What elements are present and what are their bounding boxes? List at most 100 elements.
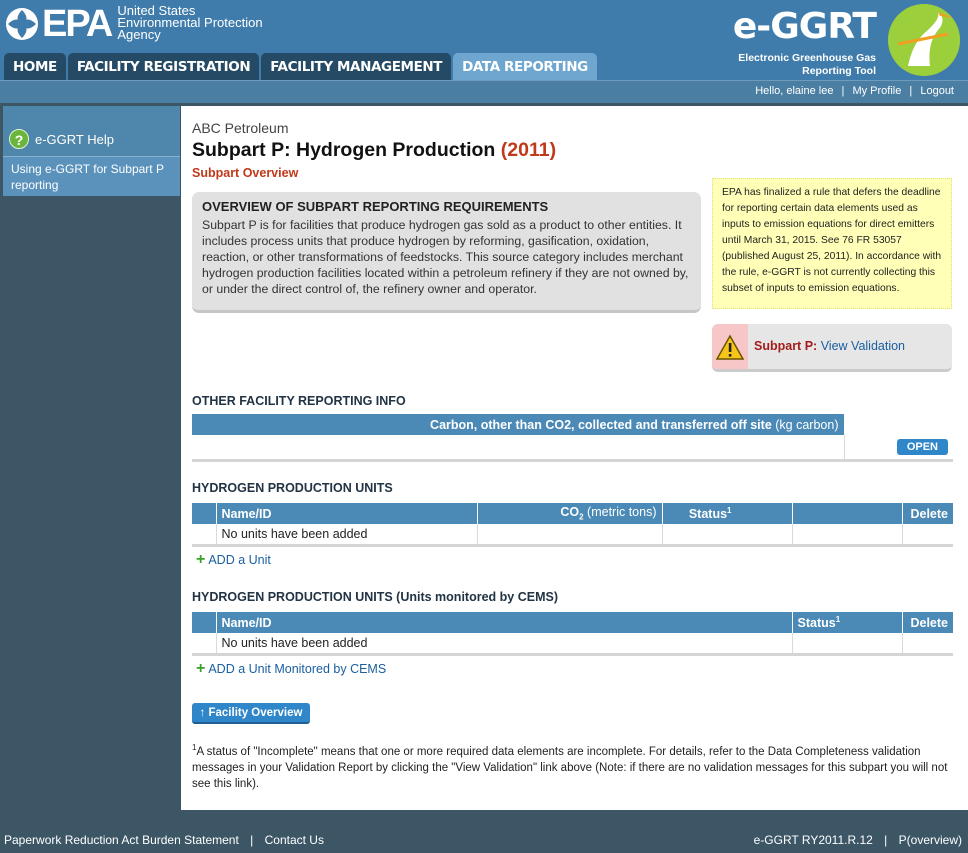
column-header-select xyxy=(192,503,217,524)
table-row: No units have been added xyxy=(192,633,953,656)
table-cell xyxy=(477,524,663,547)
overview-text: Subpart P is for facilities that produce… xyxy=(202,218,689,296)
add-unit-link[interactable]: + ADD a Unit xyxy=(196,551,271,568)
table-cell xyxy=(902,524,953,547)
help-question-icon: ? xyxy=(9,129,29,149)
eggrt-title: e-GGRT xyxy=(732,6,877,47)
separator: | xyxy=(841,85,845,97)
column-header-name: Name/ID xyxy=(216,612,793,633)
table-cell xyxy=(192,524,217,547)
footer: Paperwork Reduction Act Burden Statement… xyxy=(0,828,968,853)
subpart-overview-label: Subpart Overview xyxy=(192,166,299,180)
main-content: ABC Petroleum Subpart P: Hydrogen Produc… xyxy=(181,106,968,810)
help-label: e-GGRT Help xyxy=(35,131,114,147)
column-header-co2: CO2 (metric tons) xyxy=(477,503,663,524)
table-cell xyxy=(792,524,903,547)
empty-units-message: No units have been added xyxy=(216,524,478,547)
agency-line: Agency xyxy=(117,27,161,42)
epa-flower-icon xyxy=(6,8,38,40)
my-profile-link[interactable]: My Profile xyxy=(852,85,901,97)
carbon-column-unit: (kg carbon) xyxy=(775,417,839,432)
deferral-notice: EPA has finalized a rule that defers the… xyxy=(712,178,952,309)
validation-label: Subpart P: xyxy=(754,339,818,353)
facility-overview-label: Facility Overview xyxy=(208,707,303,719)
validation-box: Subpart P: View Validation xyxy=(712,324,952,372)
status-footnote: 1A status of "Incomplete" means that one… xyxy=(192,740,952,792)
facility-overview-button[interactable]: ↑ Facility Overview xyxy=(192,703,310,724)
epa-wordmark: EPA xyxy=(42,3,113,45)
column-header-name: Name/ID xyxy=(216,503,478,524)
eggrt-subtitle: Electronic Greenhouse Gas Reporting Tool xyxy=(738,52,876,78)
co2-subscript: 2 xyxy=(579,512,584,522)
page-id: P(overview) xyxy=(898,833,962,847)
open-button[interactable]: OPEN xyxy=(896,438,948,455)
add-unit-label[interactable]: ADD a Unit xyxy=(208,553,271,567)
separator: | xyxy=(884,833,888,847)
other-info-table: Carbon, other than CO2, collected and tr… xyxy=(192,414,953,462)
tab-facility-registration[interactable]: FACILITY REGISTRATION xyxy=(67,53,260,81)
table-row: OPEN xyxy=(192,435,953,462)
warning-icon xyxy=(712,324,748,369)
table-cell xyxy=(192,633,217,656)
page-title: Subpart P: Hydrogen Production (2011) xyxy=(192,139,556,162)
plus-icon: + xyxy=(196,551,206,568)
plus-icon: + xyxy=(196,660,206,677)
epa-agency-name: United States Environmental Protection A… xyxy=(117,4,262,42)
tab-home[interactable]: HOME xyxy=(4,53,66,81)
cems-heading: HYDROGEN PRODUCTION UNITS (Units monitor… xyxy=(192,590,558,604)
add-cems-unit-label[interactable]: ADD a Unit Monitored by CEMS xyxy=(208,662,386,676)
logout-link[interactable]: Logout xyxy=(920,85,954,97)
contact-us-link[interactable]: Contact Us xyxy=(265,833,324,847)
column-header-blank xyxy=(792,503,903,524)
sidebar-item-subpart-p-help[interactable]: Using e-GGRT for Subpart P reporting xyxy=(3,156,180,196)
help-link[interactable]: ? e-GGRT Help xyxy=(3,106,180,156)
main-nav: HOME FACILITY REGISTRATION FACILITY MANA… xyxy=(4,53,599,81)
epa-logo[interactable]: EPA United States Environmental Protecti… xyxy=(4,4,263,44)
tab-data-reporting[interactable]: DATA REPORTING xyxy=(453,53,597,81)
subtitle-line: Electronic Greenhouse Gas xyxy=(738,52,876,64)
overview-heading: OVERVIEW OF SUBPART REPORTING REQUIREMEN… xyxy=(202,199,549,214)
view-validation-link[interactable]: View Validation xyxy=(821,339,905,353)
validation-text: Subpart P: View Validation xyxy=(754,339,905,353)
separator: | xyxy=(250,833,254,847)
column-header-blank xyxy=(844,414,953,435)
paperwork-link[interactable]: Paperwork Reduction Act Burden Statement xyxy=(4,833,239,847)
cems-table: Name/ID Status1 Delete No units have bee… xyxy=(192,612,953,656)
table-cell xyxy=(792,633,903,656)
arrow-up-icon: ↑ xyxy=(199,707,206,719)
footnote-text: A status of "Incomplete" means that one … xyxy=(192,745,948,790)
reporting-year: (2011) xyxy=(500,139,557,161)
other-info-heading: OTHER FACILITY REPORTING INFO xyxy=(192,394,406,408)
column-header-select xyxy=(192,612,217,633)
footer-version: e-GGRT RY2011.R.12 | P(overview) xyxy=(754,833,962,847)
carbon-column-label: Carbon, other than CO2, collected and tr… xyxy=(430,417,772,432)
table-cell: OPEN xyxy=(844,435,953,462)
empty-cems-message: No units have been added xyxy=(216,633,793,656)
tab-facility-management[interactable]: FACILITY MANAGEMENT xyxy=(261,53,452,81)
user-links: Hello, elaine lee | My Profile | Logout xyxy=(755,85,954,97)
egret-bird-icon xyxy=(888,4,960,76)
facility-name: ABC Petroleum xyxy=(192,120,289,136)
sidebar: ? e-GGRT Help Using e-GGRT for Subpart P… xyxy=(3,106,180,810)
header: EPA United States Environmental Protecti… xyxy=(0,0,968,81)
units-heading: HYDROGEN PRODUCTION UNITS xyxy=(192,481,393,495)
add-cems-unit-link[interactable]: + ADD a Unit Monitored by CEMS xyxy=(196,660,386,677)
column-header: Carbon, other than CO2, collected and tr… xyxy=(192,414,845,435)
status-footnote-mark: 1 xyxy=(835,614,841,624)
co2-unit: (metric tons) xyxy=(587,505,657,520)
co2-label: CO xyxy=(560,505,580,520)
title-text: Subpart P: Hydrogen Production xyxy=(192,139,496,161)
overview-box: OVERVIEW OF SUBPART REPORTING REQUIREMEN… xyxy=(192,192,701,313)
footer-links: Paperwork Reduction Act Burden Statement… xyxy=(4,833,324,847)
column-header-status: Status1 xyxy=(662,503,793,524)
subtitle-line: Reporting Tool xyxy=(802,65,876,77)
user-bar: Hello, elaine lee | My Profile | Logout xyxy=(0,80,968,103)
table-cell xyxy=(662,524,793,547)
user-greeting: Hello, elaine lee xyxy=(755,85,834,97)
version-text: e-GGRT RY2011.R.12 xyxy=(753,833,873,847)
eggrt-logo: e-GGRT Electronic Greenhouse Gas Reporti… xyxy=(730,4,960,78)
status-footnote-mark: 1 xyxy=(727,505,732,515)
table-cell xyxy=(192,435,845,462)
status-label: Status xyxy=(797,616,836,631)
column-header-delete: Delete xyxy=(902,612,953,633)
